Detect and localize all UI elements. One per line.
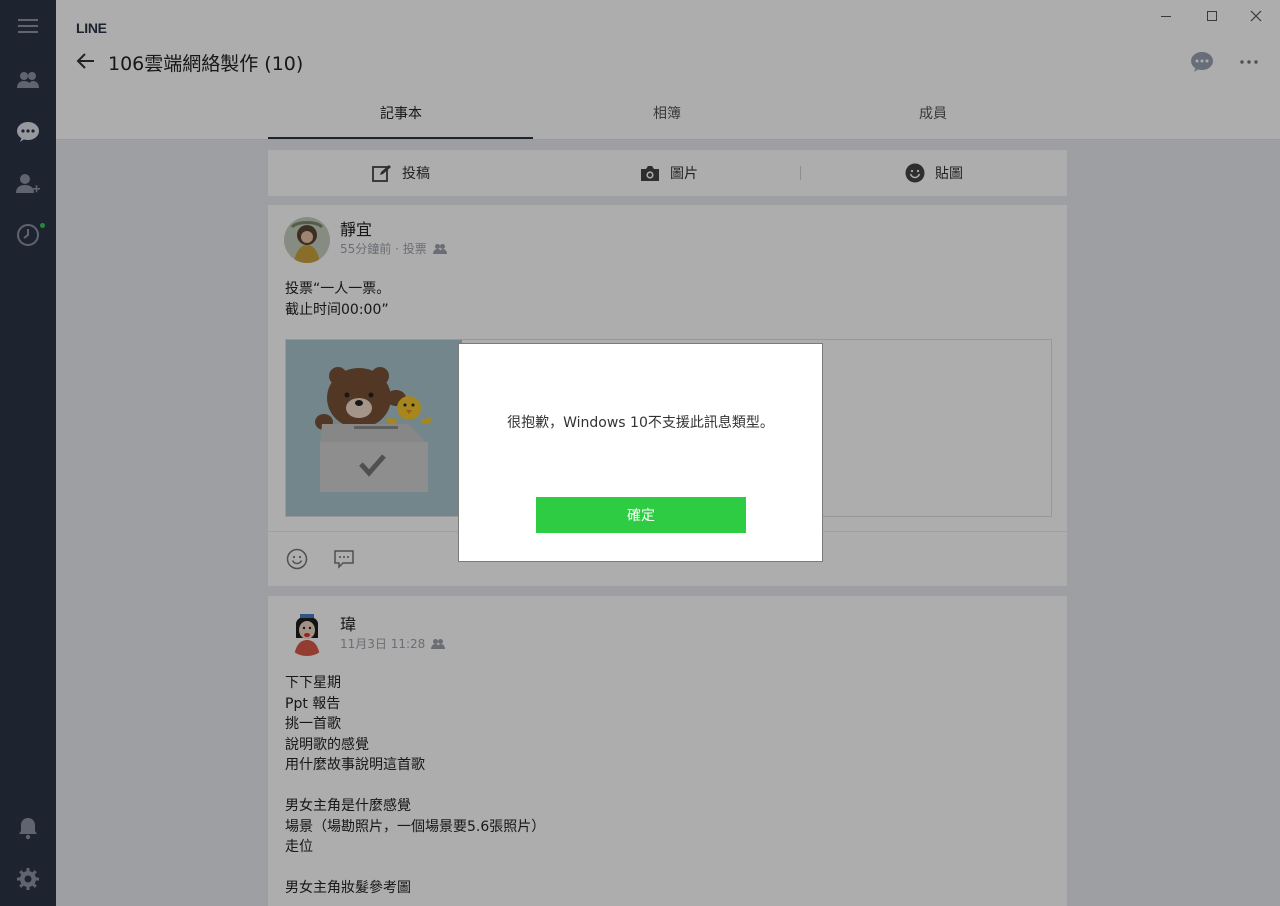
unsupported-message-dialog: 很抱歉，Windows 10不支援此訊息類型。 確定 xyxy=(458,343,823,562)
confirm-button[interactable]: 確定 xyxy=(536,497,746,533)
dialog-message: 很抱歉，Windows 10不支援此訊息類型。 xyxy=(507,415,774,431)
